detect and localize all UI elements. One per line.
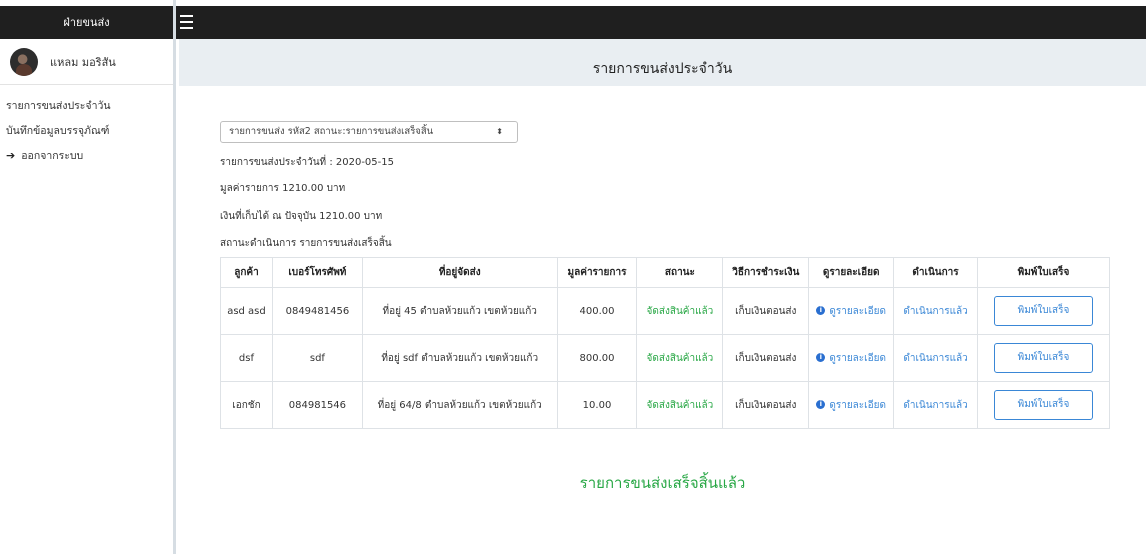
cell-action: ดำเนินการแล้ว — [893, 381, 978, 429]
completion-message: รายการขนส่งเสร็จสิ้นแล้ว — [579, 474, 746, 492]
sidebar-item-label: บันทึกข้อมูลบรรจุภัณฑ์ — [6, 125, 110, 137]
shipping-table: ลูกค้า เบอร์โทรศัพท์ ที่อยู่จัดส่ง มูลค่… — [220, 257, 1110, 429]
sidebar-nav: รายการขนส่งประจำวัน บันทึกข้อมูลบรรจุภัณ… — [0, 93, 173, 168]
info-circle-icon: i — [816, 400, 826, 409]
cell-address: ที่อยู่ 45 ตำบลห้วยแก้ว เขตห้วยแก้ว — [361, 287, 558, 335]
col-print: พิมพ์ใบเสร็จ — [977, 257, 1110, 288]
cell-amount: 10.00 — [556, 381, 638, 429]
cell-print: พิมพ์ใบเสร็จ — [977, 381, 1110, 429]
cell-print: พิมพ์ใบเสร็จ — [977, 334, 1110, 382]
cell-customer: dsf — [220, 334, 273, 382]
sidebar-item-logout[interactable]: ➔ ออกจากระบบ — [0, 143, 173, 168]
sidebar-item-packaging[interactable]: บันทึกข้อมูลบรรจุภัณฑ์ — [0, 118, 173, 143]
cell-customer: เอกชัก — [220, 381, 273, 429]
cell-detail: i ดูรายละเอียด — [808, 287, 895, 335]
col-address: ที่อยู่จัดส่ง — [361, 257, 558, 288]
print-receipt-button[interactable]: พิมพ์ใบเสร็จ — [994, 296, 1093, 326]
print-receipt-button[interactable]: พิมพ์ใบเสร็จ — [994, 390, 1093, 420]
cell-amount: 400.00 — [556, 287, 638, 335]
cell-phone: sdf — [271, 334, 363, 382]
hamburger-menu-icon[interactable] — [180, 15, 193, 29]
col-amount: มูลค่ารายการ — [556, 257, 638, 288]
col-detail: ดูรายละเอียด — [808, 257, 895, 288]
sidebar-item-label: ออกจากระบบ — [21, 150, 84, 162]
col-status: สถานะ — [636, 257, 724, 288]
page-title: รายการขนส่งประจำวัน — [179, 39, 1146, 86]
cell-phone: 0849481456 — [271, 287, 363, 335]
detail-link[interactable]: ดูรายละเอียด — [829, 400, 886, 411]
cell-detail: i ดูรายละเอียด — [808, 381, 895, 429]
action-link[interactable]: ดำเนินการแล้ว — [903, 353, 967, 364]
col-customer: ลูกค้า — [220, 257, 273, 288]
sign-out-icon: ➔ — [6, 149, 16, 162]
select-value: รายการขนส่ง รหัส2 สถานะ:รายการขนส่งเสร็จ… — [229, 126, 434, 137]
print-receipt-button[interactable]: พิมพ์ใบเสร็จ — [994, 343, 1093, 373]
detail-link[interactable]: ดูรายละเอียด — [829, 306, 886, 317]
cell-address: ที่อยู่ 64/8 ตำบลห้วยแก้ว เขตห้วยแก้ว — [361, 381, 558, 429]
shipment-select[interactable]: รายการขนส่ง รหัส2 สถานะ:รายการขนส่งเสร็จ… — [220, 121, 518, 143]
action-link[interactable]: ดำเนินการแล้ว — [903, 306, 967, 317]
cell-print: พิมพ์ใบเสร็จ — [977, 287, 1110, 335]
user-name: แหลม มอริสัน — [50, 55, 116, 69]
col-payment: วิธีการชำระเงิน — [722, 257, 810, 288]
sidebar-item-daily-shipping[interactable]: รายการขนส่งประจำวัน — [0, 93, 173, 118]
table-row: เอกชัก 084981546 ที่อยู่ 64/8 ตำบลห้วยแก… — [220, 381, 1110, 429]
cell-amount: 800.00 — [556, 334, 638, 382]
info-status: สถานะดำเนินการ รายการขนส่งเสร็จสิ้น — [220, 238, 392, 249]
col-action: ดำเนินการ — [893, 257, 978, 288]
info-collected: เงินที่เก็บได้ ณ ปัจจุบัน 1210.00 บาท — [220, 211, 383, 222]
cell-status: จัดส่งสินค้าแล้ว — [636, 334, 724, 382]
table-row: dsf sdf ที่อยู่ sdf ตำบลห้วยแก้ว เขตห้วย… — [220, 334, 1110, 382]
cell-action: ดำเนินการแล้ว — [893, 334, 978, 382]
sidebar-header: ฝ่ายขนส่ง — [0, 6, 173, 39]
cell-detail: i ดูรายละเอียด — [808, 334, 895, 382]
cell-phone: 084981546 — [271, 381, 363, 429]
sidebar: ฝ่ายขนส่ง แหลม มอริสัน รายการขนส่งประจำว… — [0, 0, 176, 554]
cell-action: ดำเนินการแล้ว — [893, 287, 978, 335]
cell-payment: เก็บเงินตอนส่ง — [722, 381, 810, 429]
info-circle-icon: i — [816, 353, 826, 362]
info-date: รายการขนส่งประจำวันที่ : 2020-05-15 — [220, 157, 394, 168]
user-panel: แหลม มอริสัน — [0, 39, 173, 85]
sidebar-item-label: รายการขนส่งประจำวัน — [6, 100, 111, 112]
cell-address: ที่อยู่ sdf ตำบลห้วยแก้ว เขตห้วยแก้ว — [361, 334, 558, 382]
info-circle-icon: i — [816, 306, 826, 315]
top-navbar — [176, 6, 1146, 39]
cell-payment: เก็บเงินตอนส่ง — [722, 334, 810, 382]
table-header-row: ลูกค้า เบอร์โทรศัพท์ ที่อยู่จัดส่ง มูลค่… — [220, 257, 1110, 288]
col-phone: เบอร์โทรศัพท์ — [271, 257, 363, 288]
action-link[interactable]: ดำเนินการแล้ว — [903, 400, 967, 411]
cell-status: จัดส่งสินค้าแล้ว — [636, 381, 724, 429]
cell-status: จัดส่งสินค้าแล้ว — [636, 287, 724, 335]
cell-payment: เก็บเงินตอนส่ง — [722, 287, 810, 335]
avatar — [10, 47, 38, 76]
info-total: มูลค่ารายการ 1210.00 บาท — [220, 183, 346, 194]
detail-link[interactable]: ดูรายละเอียด — [829, 353, 886, 364]
table-row: asd asd 0849481456 ที่อยู่ 45 ตำบลห้วยแก… — [220, 287, 1110, 335]
cell-customer: asd asd — [220, 287, 273, 335]
select-arrow-icon: ⬍ — [496, 127, 503, 136]
